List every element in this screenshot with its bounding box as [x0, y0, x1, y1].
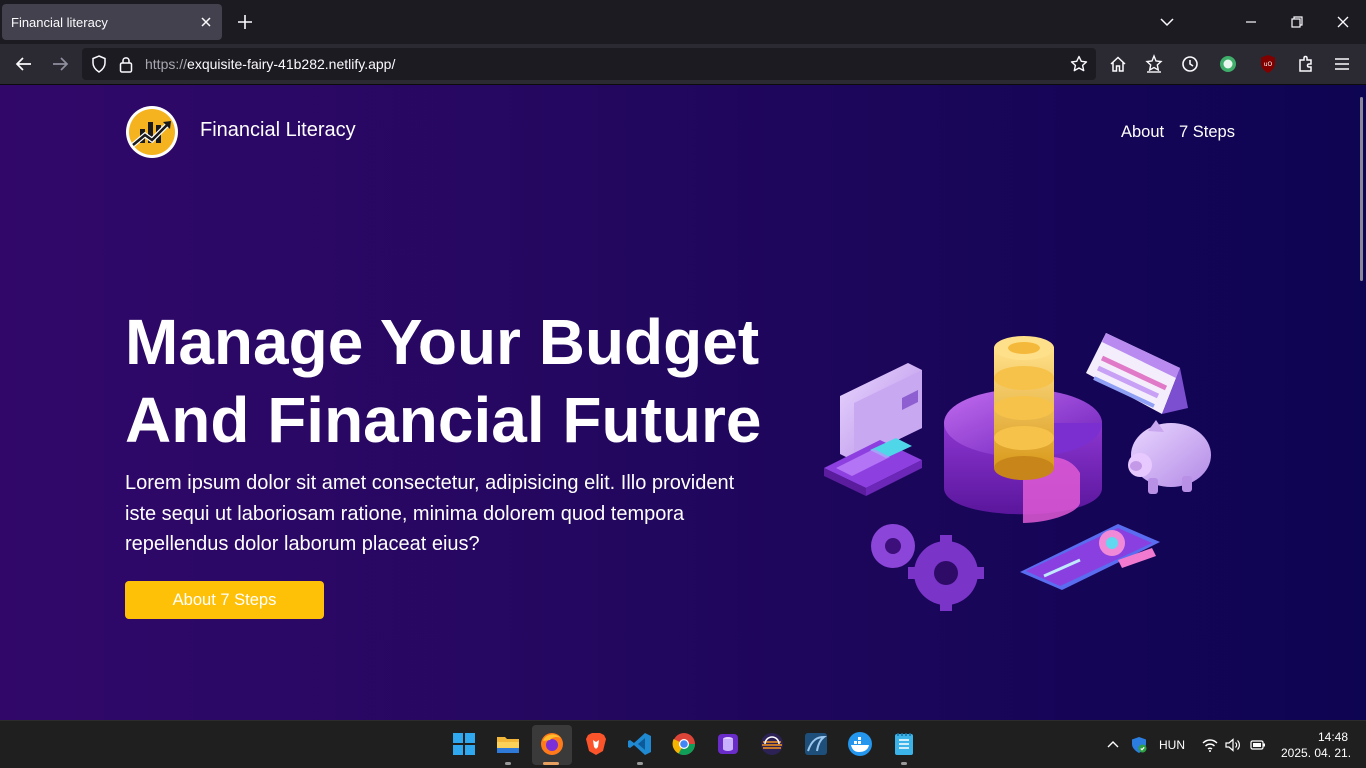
hero-description: Lorem ipsum dolor sit amet consectetur, … — [125, 472, 735, 555]
brave-icon[interactable] — [583, 731, 609, 757]
restore-icon[interactable] — [1287, 12, 1307, 32]
bookmarks-menu-icon[interactable] — [1143, 53, 1165, 75]
bookmark-star-icon[interactable] — [1069, 54, 1089, 74]
new-tab-icon[interactable] — [234, 11, 256, 33]
nav-link-about[interactable]: About — [1121, 123, 1164, 142]
windows-taskbar: HUN 14:48 2025. 04. 21. — [0, 720, 1366, 768]
notepad-icon[interactable] — [891, 731, 917, 757]
lock-icon[interactable] — [116, 54, 136, 74]
calculator-icon — [824, 438, 922, 496]
web-page: Financial Literacy About 7 Steps Manage … — [0, 85, 1366, 720]
minimize-icon[interactable] — [1241, 12, 1261, 32]
hero-title-line-1: Manage Your Budget — [125, 306, 760, 378]
eclipse-icon[interactable] — [759, 731, 785, 757]
tracking-protection-shield-icon[interactable] — [89, 54, 109, 74]
vscode-icon[interactable] — [627, 731, 653, 757]
docker-icon[interactable] — [847, 731, 873, 757]
wifi-icon[interactable] — [1201, 736, 1219, 754]
url-text[interactable]: https://exquisite-fairy-41b282.netlify.a… — [145, 56, 395, 72]
piggy-bank-icon — [1128, 420, 1211, 494]
windows-start-icon[interactable] — [451, 731, 477, 757]
show-hidden-icons-chevron-icon[interactable] — [1106, 738, 1120, 752]
financial-literacy-logo[interactable] — [125, 105, 179, 159]
database-icon[interactable] — [715, 731, 741, 757]
clock-date[interactable]: 2025. 04. 21. — [1281, 746, 1351, 760]
forward-icon[interactable] — [49, 53, 71, 75]
about-7-steps-button[interactable]: About 7 Steps — [125, 581, 324, 619]
close-tab-icon[interactable] — [196, 12, 216, 32]
hamburger-menu-icon[interactable] — [1331, 53, 1353, 75]
sync-extension-icon[interactable] — [1217, 53, 1239, 75]
list-all-tabs-icon[interactable] — [1157, 12, 1177, 32]
extensions-icon[interactable] — [1295, 53, 1317, 75]
gears-icon — [871, 524, 984, 611]
history-icon[interactable] — [1179, 53, 1201, 75]
url-bar[interactable]: https://exquisite-fairy-41b282.netlify.a… — [82, 48, 1096, 80]
ublock-origin-icon[interactable]: uO — [1257, 53, 1279, 75]
running-indicator — [505, 762, 511, 765]
browser-tab-bar: Financial literacy — [0, 0, 1366, 44]
volume-icon[interactable] — [1224, 736, 1242, 754]
file-explorer-icon[interactable] — [495, 731, 521, 757]
finance-illustration — [824, 333, 1211, 611]
running-indicator — [637, 762, 643, 765]
site-brand-name[interactable]: Financial Literacy — [200, 119, 356, 142]
back-icon[interactable] — [13, 53, 35, 75]
smartphone-icon — [1020, 524, 1160, 590]
active-indicator — [543, 762, 559, 765]
url-scheme: https:// — [145, 56, 188, 72]
firefox-icon[interactable] — [539, 731, 565, 757]
mysql-workbench-icon[interactable] — [803, 731, 829, 757]
browser-tab[interactable]: Financial literacy — [2, 4, 222, 40]
clock-time[interactable]: 14:48 — [1318, 730, 1348, 744]
windows-security-icon[interactable] — [1130, 736, 1148, 754]
coin-stack-icon — [994, 336, 1054, 480]
browser-nav-bar: https://exquisite-fairy-41b282.netlify.a… — [0, 44, 1366, 85]
hero-title-line-2: And Financial Future — [125, 384, 762, 456]
battery-icon[interactable] — [1249, 736, 1267, 754]
close-window-icon[interactable] — [1333, 12, 1353, 32]
nav-link-7-steps[interactable]: 7 Steps — [1179, 123, 1235, 142]
hero-title: Manage Your Budget And Financial Future — [125, 303, 815, 459]
input-language[interactable]: HUN — [1159, 738, 1185, 752]
tab-title: Financial literacy — [11, 15, 108, 30]
chrome-icon[interactable] — [671, 731, 697, 757]
running-indicator — [901, 762, 907, 765]
home-icon[interactable] — [1107, 53, 1129, 75]
url-host: exquisite-fairy-41b282.netlify.app/ — [187, 56, 396, 72]
page-scrollbar[interactable] — [1360, 97, 1363, 281]
svg-text:uO: uO — [1264, 61, 1273, 68]
calendar-icon — [1086, 333, 1188, 414]
